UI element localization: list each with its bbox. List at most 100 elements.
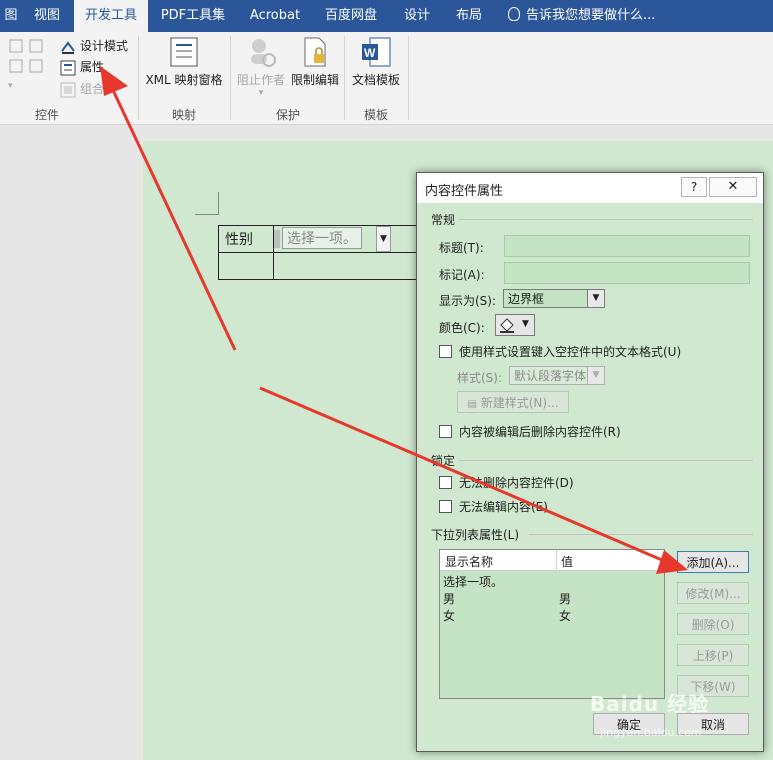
column-header-value[interactable]: 值 <box>561 553 573 570</box>
tab-baidu-netdisk[interactable]: 百度网盘 <box>314 0 388 32</box>
tab-design[interactable]: 设计 <box>392 0 442 32</box>
group-label: 组合 <box>80 82 105 96</box>
color-picker-button[interactable]: ▼ <box>495 314 535 336</box>
close-button[interactable]: ✕ <box>709 177 757 197</box>
block-authors-icon <box>251 39 276 67</box>
xml-mapping-pane-button[interactable]: XML 映射窗格 <box>144 36 224 88</box>
dropdown-content-control[interactable]: 选择一项。 <box>282 227 362 249</box>
dialog-title: 内容控件属性 <box>425 184 504 199</box>
table-cell-gender-label[interactable]: 性别 <box>218 225 274 253</box>
tag-input[interactable] <box>504 262 750 284</box>
properties-label: 属性 <box>80 60 105 74</box>
new-style-label: 新建样式(N)... <box>480 396 559 410</box>
title-input[interactable] <box>504 235 750 257</box>
content-control-properties-dialog: 内容控件属性 ? ✕ 常规 标题(T): 标记(A): 显示为(S): 边界框 … <box>416 172 764 752</box>
list-item-value: 女 <box>559 609 572 623</box>
show-as-label: 显示为(S): <box>439 294 497 308</box>
control-icons-partial[interactable]: ▾ <box>8 38 48 88</box>
cannot-edit-checkbox[interactable] <box>439 500 452 513</box>
design-mode-button[interactable]: 设计模式 <box>60 36 128 56</box>
lightbulb-icon <box>508 7 520 21</box>
list-header: 显示名称 值 <box>440 550 664 571</box>
templates-group-label: 模板 <box>363 108 388 122</box>
group-button[interactable]: 组合 <box>60 79 104 99</box>
style-value: 默认段落字体 <box>514 369 587 383</box>
move-up-button[interactable]: 上移(P) <box>677 644 749 666</box>
column-header-display-name[interactable]: 显示名称 <box>445 553 493 570</box>
remove-button[interactable]: 删除(O) <box>677 613 749 635</box>
word-document-icon: W <box>362 37 391 67</box>
controls-group-label: 控件 <box>34 108 59 122</box>
ribbon-divider <box>230 36 231 120</box>
dropdown-items-list[interactable]: 显示名称 值 选择一项。 男 男 女 女 <box>439 549 665 699</box>
color-label: 颜色(C): <box>439 321 485 335</box>
chevron-down-icon: ▼ <box>587 367 604 384</box>
general-section-title: 常规 <box>431 213 456 227</box>
xml-mapping-icon <box>170 37 198 67</box>
section-divider <box>529 534 753 535</box>
ribbon-divider <box>408 36 409 120</box>
section-divider <box>459 219 753 220</box>
list-item[interactable]: 女 女 <box>440 607 664 623</box>
chevron-down-icon: ▼ <box>522 319 529 329</box>
table-cell[interactable] <box>218 252 274 280</box>
protect-group-label: 保护 <box>275 108 300 122</box>
list-item-value: 男 <box>559 592 572 606</box>
cannot-edit-label: 无法编辑内容(E) <box>459 500 548 514</box>
modify-button[interactable]: 修改(M)... <box>677 582 749 604</box>
show-as-value: 边界框 <box>508 292 545 306</box>
add-button[interactable]: 添加(A)... <box>677 551 749 573</box>
crop-mark <box>195 214 219 215</box>
tell-me-search[interactable]: 告诉我您想要做什么... <box>508 0 655 32</box>
document-template-label: 文档模板 <box>351 73 400 87</box>
content-control-handle[interactable] <box>274 230 280 248</box>
tab-view[interactable]: 视图 <box>22 0 72 32</box>
svg-text:▾: ▾ <box>8 81 13 88</box>
use-style-checkbox[interactable] <box>439 345 452 358</box>
title-label: 标题(T): <box>439 241 484 255</box>
document-template-button[interactable]: W 文档模板 <box>348 36 404 88</box>
list-item-display: 选择一项。 <box>443 575 504 589</box>
list-item[interactable]: 选择一项。 <box>440 573 664 589</box>
style-select[interactable]: 默认段落字体 ▼ <box>509 366 605 385</box>
remove-when-edited-label: 内容被编辑后删除内容控件(R) <box>459 425 621 439</box>
ribbon-tab-bar: 图 视图 开发工具 PDF工具集 Acrobat 百度网盘 设计 布局 告诉我您… <box>0 0 773 33</box>
restrict-editing-button[interactable]: 限制编辑 <box>288 36 342 88</box>
style-label: 样式(S): <box>457 371 503 385</box>
remove-when-edited-checkbox[interactable] <box>439 425 452 438</box>
show-as-select[interactable]: 边界框 ▼ <box>503 289 605 308</box>
new-style-button[interactable]: ▤ 新建样式(N)... <box>457 391 569 413</box>
dropdown-section-title: 下拉列表属性(L) <box>431 528 520 542</box>
list-item-display: 男 <box>443 592 456 606</box>
ribbon-panel: ▾ 设计模式 属性 组合 控件 XML 映射窗格 映射 阻止作者 ▾ 限制编辑 … <box>0 32 773 125</box>
column-divider[interactable] <box>556 550 557 570</box>
tag-label: 标记(A): <box>439 268 485 282</box>
chevron-down-icon[interactable]: ▼ <box>376 226 391 252</box>
ribbon-divider <box>344 36 345 120</box>
mapping-group-label: 映射 <box>171 108 196 122</box>
section-divider <box>459 460 753 461</box>
cannot-delete-checkbox[interactable] <box>439 476 452 489</box>
tab-acrobat[interactable]: Acrobat <box>238 0 312 32</box>
paint-bucket-icon <box>500 318 514 333</box>
xml-mapping-label: XML 映射窗格 <box>145 73 223 87</box>
dialog-titlebar[interactable]: 内容控件属性 ? ✕ <box>417 173 763 203</box>
tell-me-text: 告诉我您想要做什么... <box>526 8 656 23</box>
design-mode-label: 设计模式 <box>80 39 129 53</box>
block-authors-button[interactable]: 阻止作者 ▾ <box>234 36 288 98</box>
svg-text:W: W <box>364 46 376 60</box>
properties-button[interactable]: 属性 <box>60 57 104 77</box>
list-item-display: 女 <box>443 609 456 623</box>
tab-layout[interactable]: 布局 <box>446 0 492 32</box>
use-style-label: 使用样式设置键入空控件中的文本格式(U) <box>459 345 682 359</box>
group-icon <box>60 82 76 97</box>
baidu-watermark: Baidu 经验 <box>590 692 710 716</box>
crop-mark <box>218 192 219 215</box>
tab-prev-partial[interactable]: 图 <box>0 0 22 32</box>
baidu-watermark-url: jingyan.baidu.com <box>600 726 702 739</box>
restrict-editing-icon <box>304 37 326 67</box>
help-button[interactable]: ? <box>681 177 707 197</box>
list-item[interactable]: 男 男 <box>440 590 664 606</box>
tab-developer[interactable]: 开发工具 <box>74 0 148 33</box>
tab-pdf-tools[interactable]: PDF工具集 <box>150 0 236 32</box>
